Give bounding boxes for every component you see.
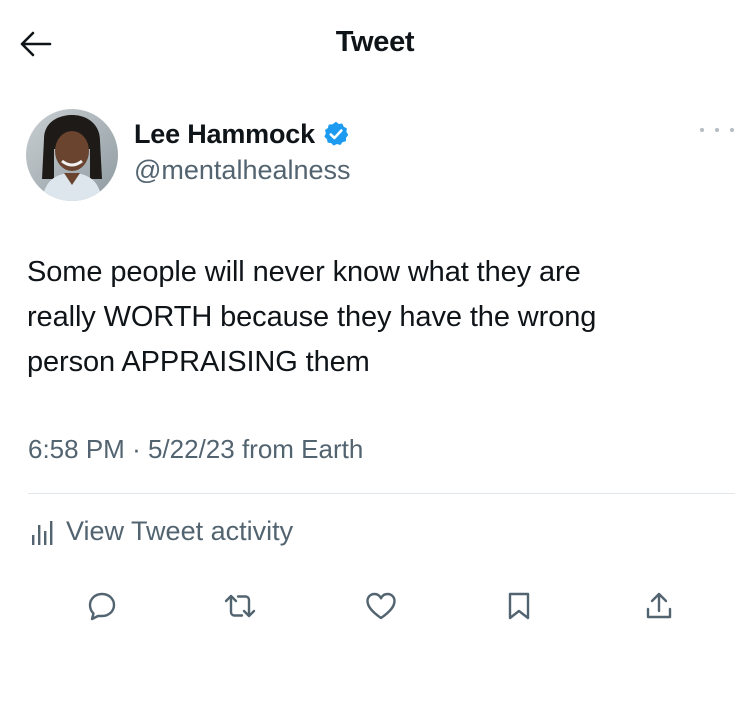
bookmark-icon (508, 592, 530, 620)
more-dot-icon (700, 128, 704, 132)
top-bar: Tweet (0, 0, 750, 90)
view-tweet-activity-link[interactable]: View Tweet activity (30, 516, 293, 547)
author-name[interactable]: Lee Hammock (134, 119, 315, 150)
tweet-date[interactable]: 5/22/23 (148, 434, 235, 464)
bookmark-button[interactable] (497, 584, 541, 628)
share-button[interactable] (637, 584, 681, 628)
meta-separator: · (132, 434, 141, 464)
view-tweet-activity-label[interactable]: View Tweet activity (66, 516, 293, 547)
heart-icon (366, 592, 396, 620)
verified-badge-icon (322, 120, 350, 148)
author-name-row[interactable]: Lee Hammock (134, 116, 350, 152)
tweet-time[interactable]: 6:58 PM (28, 434, 125, 464)
tweet-text: Some people will never know what they ar… (27, 256, 597, 378)
retweet-button[interactable] (218, 584, 262, 628)
like-button[interactable] (359, 584, 403, 628)
tweet-metadata: 6:58 PM · 5/22/23 from Earth (28, 434, 363, 465)
more-options-button[interactable] (700, 120, 734, 140)
more-dot-icon (730, 128, 734, 132)
more-dot-icon (715, 128, 719, 132)
avatar[interactable] (26, 109, 118, 201)
tweet-actions-bar (0, 584, 750, 628)
bar-chart-icon (32, 520, 53, 545)
divider (28, 493, 735, 494)
retweet-icon (224, 594, 256, 618)
reply-icon (88, 592, 116, 621)
avatar-image (26, 109, 118, 201)
tweet-source: from Earth (241, 434, 364, 464)
page-title: Tweet (335, 26, 415, 58)
reply-button[interactable] (80, 584, 124, 628)
share-icon (646, 592, 672, 619)
author-handle[interactable]: @mentalhealness (134, 155, 351, 186)
